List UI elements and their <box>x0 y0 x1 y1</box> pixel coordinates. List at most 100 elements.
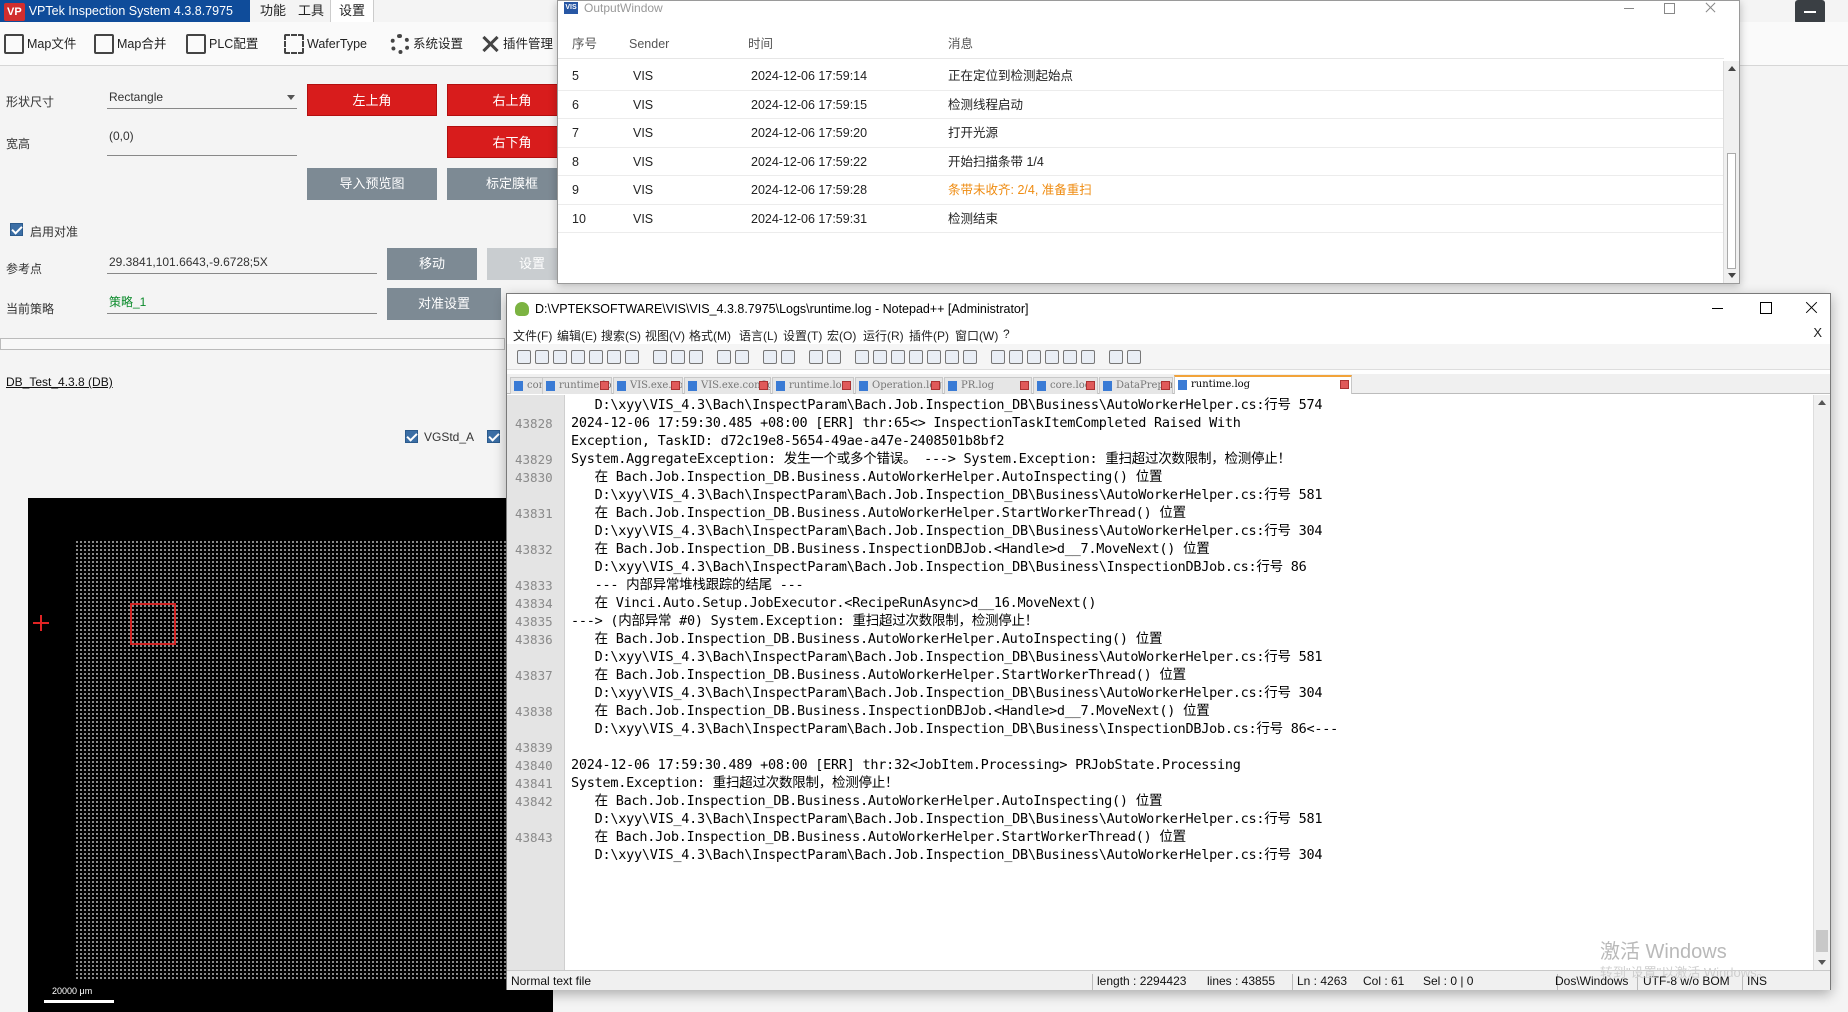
npp-tab[interactable]: runtime.log <box>542 377 612 394</box>
npp-toolbar-icon[interactable] <box>571 350 585 364</box>
menu-settings[interactable]: 设置 <box>330 0 375 22</box>
output-row[interactable]: 9 VIS 2024-12-06 17:59:28 条带未收齐: 2/4, 准备重扫 <box>558 176 1724 205</box>
npp-tab[interactable]: DataPrepare.exe.config <box>1099 377 1173 394</box>
npp-menu-item[interactable]: ? <box>1003 327 1010 341</box>
width-height-field[interactable]: (0,0) <box>107 126 297 156</box>
npp-toolbar-icon[interactable] <box>963 350 977 364</box>
npp-toolbar-icon[interactable] <box>1045 350 1059 364</box>
npp-toolbar-icon[interactable] <box>1081 350 1095 364</box>
output-row[interactable]: 6 VIS 2024-12-06 17:59:15 检测线程启动 <box>558 91 1724 119</box>
npp-toolbar-icon[interactable] <box>855 350 869 364</box>
npp-menu-item[interactable]: 编辑(E) <box>557 327 597 344</box>
npp-editor[interactable]: D:\xyy\VIS_4.3\Bach\InspectParam\Bach.Jo… <box>566 395 1811 970</box>
scroll-thumb[interactable] <box>1727 153 1736 269</box>
npp-menu-item[interactable]: 格式(M) <box>689 327 731 344</box>
npp-menu-item[interactable]: 搜索(S) <box>601 327 641 344</box>
shape-dropdown[interactable]: Rectangle <box>107 87 297 109</box>
db-link[interactable]: DB_Test_4.3.8 (DB) <box>6 375 113 389</box>
tab-close-icon[interactable] <box>1340 380 1349 389</box>
npp-toolbar-icon[interactable] <box>589 350 603 364</box>
npp-toolbar-icon[interactable] <box>535 350 549 364</box>
npp-toolbar-icon[interactable] <box>653 350 667 364</box>
npp-toolbar-icon[interactable] <box>689 350 703 364</box>
npp-menu-item[interactable]: 视图(V) <box>645 327 685 344</box>
npp-minimize-button[interactable] <box>1710 300 1726 316</box>
npp-menu-item[interactable]: 运行(R) <box>863 327 904 344</box>
npp-toolbar-icon[interactable] <box>1109 350 1123 364</box>
wafer-type-button[interactable]: WaferType <box>284 32 367 56</box>
tab-close-icon[interactable] <box>671 381 680 390</box>
npp-toolbar-icon[interactable] <box>781 350 795 364</box>
output-minimize-button[interactable] <box>1622 1 1636 15</box>
npp-toolbar-icon[interactable] <box>553 350 567 364</box>
tab-close-icon[interactable] <box>759 381 768 390</box>
npp-toolbar-icon[interactable] <box>909 350 923 364</box>
npp-tab[interactable]: PR.log <box>944 377 1032 394</box>
tab-close-icon[interactable] <box>1086 381 1095 390</box>
output-scrollbar[interactable] <box>1723 61 1739 283</box>
tab-close-icon[interactable] <box>1161 381 1170 390</box>
npp-toolbar-icon[interactable] <box>625 350 639 364</box>
horizontal-scrollbar[interactable] <box>0 338 505 350</box>
tab-close-icon[interactable] <box>842 381 851 390</box>
minimize-button[interactable] <box>1795 0 1825 24</box>
npp-tab[interactable]: Operation.log <box>855 377 943 394</box>
npp-toolbar-icon[interactable] <box>671 350 685 364</box>
npp-tab[interactable]: core.log <box>1033 377 1098 394</box>
align-settings-button[interactable]: 对准设置 <box>387 288 501 320</box>
npp-toolbar-icon[interactable] <box>927 350 941 364</box>
scroll-thumb[interactable] <box>1816 930 1828 952</box>
npp-toolbar-icon[interactable] <box>1063 350 1077 364</box>
tab-close-icon[interactable] <box>931 381 940 390</box>
tab-close-icon[interactable] <box>1020 381 1029 390</box>
npp-toolbar-icon[interactable] <box>763 350 777 364</box>
npp-tab[interactable]: VIS.exe.config <box>613 377 683 394</box>
npp-close-button[interactable] <box>1804 300 1820 316</box>
output-row[interactable]: 8 VIS 2024-12-06 17:59:22 开始扫描条带 1/4 <box>558 148 1724 176</box>
npp-tab[interactable]: VIS.exe.config <box>684 377 771 394</box>
npp-menu-item[interactable]: 宏(O) <box>827 327 856 344</box>
system-settings-button[interactable]: 系统设置 <box>390 32 463 56</box>
npp-menu-item[interactable]: 设置(T) <box>783 327 822 344</box>
npp-toolbar-icon[interactable] <box>991 350 1005 364</box>
npp-menu-item[interactable]: 窗口(W) <box>955 327 998 344</box>
output-row[interactable]: 7 VIS 2024-12-06 17:59:20 打开光源 <box>558 119 1724 148</box>
npp-scrollbar[interactable] <box>1813 395 1830 970</box>
npp-tab[interactable]: runtime.log <box>1174 375 1352 394</box>
npp-toolbar-icon[interactable] <box>735 350 749 364</box>
strategy-field[interactable]: 策略_1 <box>107 292 377 314</box>
npp-toolbar-icon[interactable] <box>1027 350 1041 364</box>
map-merge-button[interactable]: Map合并 <box>94 32 166 56</box>
scroll-up-icon[interactable] <box>1818 400 1826 405</box>
output-maximize-button[interactable] <box>1662 1 1676 15</box>
output-row[interactable]: 10 VIS 2024-12-06 17:59:31 检测结束 <box>558 205 1724 233</box>
move-button[interactable]: 移动 <box>387 248 477 280</box>
vgstd-second-checkbox[interactable] <box>487 430 500 443</box>
output-row[interactable]: 5 VIS 2024-12-06 17:59:14 正在定位到检测起始点 <box>558 62 1724 91</box>
enable-align-checkbox[interactable] <box>10 223 23 236</box>
npp-menu-item[interactable]: 文件(F) <box>513 327 552 344</box>
npp-toolbar-icon[interactable] <box>827 350 841 364</box>
npp-menu-item[interactable]: 插件(P) <box>909 327 949 344</box>
npp-toolbar-icon[interactable] <box>607 350 621 364</box>
scroll-up-icon[interactable] <box>1728 66 1736 71</box>
menu-tools[interactable]: 工具 <box>290 0 332 22</box>
npp-close-document-button[interactable]: X <box>1813 325 1822 340</box>
tab-close-icon[interactable] <box>600 381 609 390</box>
npp-toolbar-icon[interactable] <box>517 350 531 364</box>
npp-toolbar-icon[interactable] <box>809 350 823 364</box>
import-preview-button[interactable]: 导入预览图 <box>307 168 437 200</box>
ref-point-field[interactable]: 29.3841,101.6643,-9.6728;5X <box>107 252 377 274</box>
npp-tab[interactable]: runtime.log <box>772 377 854 394</box>
plc-config-button[interactable]: PLC配置 <box>186 32 258 56</box>
plugin-manage-button[interactable]: 插件管理 <box>480 32 553 56</box>
npp-menu-item[interactable]: 语言(L) <box>739 327 778 344</box>
npp-toolbar-icon[interactable] <box>873 350 887 364</box>
output-close-button[interactable] <box>1704 1 1718 15</box>
npp-toolbar-icon[interactable] <box>717 350 731 364</box>
npp-maximize-button[interactable] <box>1758 300 1774 316</box>
map-file-button[interactable]: Map文件 <box>4 32 76 56</box>
top-left-button[interactable]: 左上角 <box>307 84 437 116</box>
scroll-down-icon[interactable] <box>1818 960 1826 965</box>
menu-function[interactable]: 功能 <box>252 0 294 22</box>
